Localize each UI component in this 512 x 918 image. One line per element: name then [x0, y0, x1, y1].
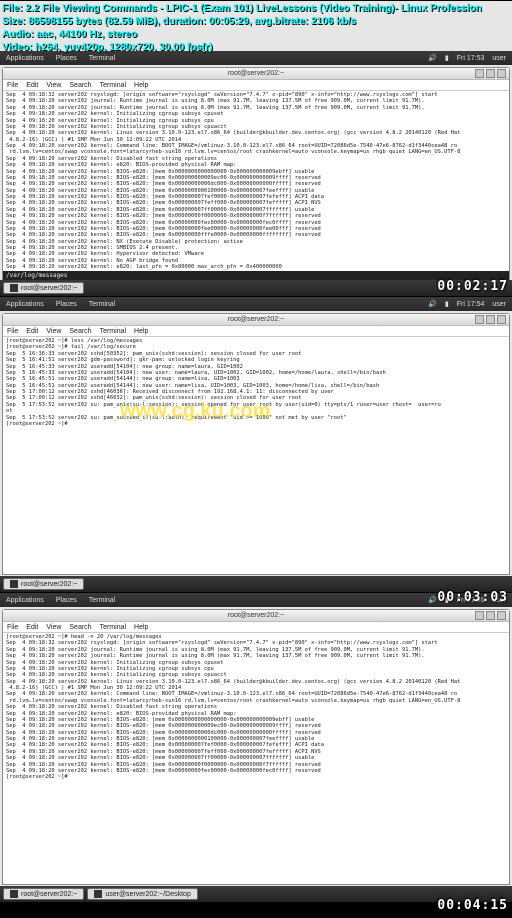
menu-places[interactable]: Places	[50, 55, 83, 62]
window-title: root@server202:~	[228, 316, 284, 323]
window-titlebar[interactable]: root@server202:~	[3, 314, 509, 326]
info-size: Size: 86598155 bytes (82.59 MiB), durati…	[2, 15, 482, 28]
terminal-window-3: root@server202:~ File Edit View Search T…	[2, 609, 510, 885]
tray-clock[interactable]: Fri 17:53	[455, 55, 487, 62]
terminal-window-2: root@server202:~ File Edit View Search T…	[2, 313, 510, 575]
info-audio: Audio: aac, 44100 Hz, stereo	[2, 28, 482, 41]
menu-view[interactable]: View	[46, 328, 61, 335]
maximize-button[interactable]	[486, 611, 495, 620]
timestamp-3: 00:04:15	[437, 898, 508, 913]
menu-terminal2[interactable]: Terminal	[100, 328, 126, 335]
task-terminal-2[interactable]: root@server202:~	[3, 578, 84, 590]
menu-help[interactable]: Help	[134, 82, 148, 89]
frame-3: Applications Places Terminal 🔊 ▮ Fri 17:…	[0, 592, 512, 902]
terminal-output-3[interactable]: [root@server202 ~]# head -n 20 /var/log/…	[3, 633, 509, 884]
tray-user[interactable]: user	[490, 55, 508, 62]
terminal-menubar: File Edit View Search Terminal Help	[3, 80, 509, 91]
maximize-button[interactable]	[486, 69, 495, 78]
menu-help[interactable]: Help	[134, 624, 148, 631]
terminal-window-1: root@server202:~ File Edit View Search T…	[2, 67, 510, 281]
gnome-topbar-2: Applications Places Terminal 🔊 ▮ Fri 17:…	[0, 297, 512, 311]
terminal-icon	[10, 284, 18, 292]
close-button[interactable]	[497, 611, 506, 620]
terminal-menubar: File Edit View Search Terminal Help	[3, 326, 509, 337]
taskbar-3: root@server202:~ user@server202:~/Deskto…	[0, 886, 512, 902]
minimize-button[interactable]	[475, 69, 484, 78]
close-button[interactable]	[497, 69, 506, 78]
terminal-output-1[interactable]: Sep 4 09:18:32 server202 rsyslogd: [orig…	[3, 91, 509, 271]
menu-terminal2[interactable]: Terminal	[100, 82, 126, 89]
info-video: Video: h264, yuv420p, 1280x720, 30.00 fp…	[2, 41, 482, 54]
tray-clock[interactable]: Fri 17:54	[455, 301, 487, 308]
menu-edit[interactable]: Edit	[26, 328, 38, 335]
menu-file[interactable]: File	[7, 624, 18, 631]
window-title: root@server202:~	[228, 70, 284, 77]
task-terminal-1[interactable]: root@server202:~	[3, 282, 84, 294]
tray-user[interactable]: user	[490, 301, 508, 308]
tray-battery-icon[interactable]: ▮	[443, 300, 451, 308]
menu-search[interactable]: Search	[69, 82, 91, 89]
window-titlebar[interactable]: root@server202:~	[3, 68, 509, 80]
menu-search[interactable]: Search	[69, 328, 91, 335]
timestamp-2: 00:03:03	[437, 590, 508, 605]
minimize-button[interactable]	[475, 315, 484, 324]
tray-battery-icon[interactable]: ▮	[443, 54, 451, 62]
timestamp-1: 00:02:17	[437, 279, 508, 294]
menu-terminal2[interactable]: Terminal	[100, 624, 126, 631]
menu-places[interactable]: Places	[50, 301, 83, 308]
maximize-button[interactable]	[486, 315, 495, 324]
menu-file[interactable]: File	[7, 328, 18, 335]
menu-view[interactable]: View	[46, 82, 61, 89]
terminal-menubar: File Edit View Search Terminal Help	[3, 622, 509, 633]
menu-places[interactable]: Places	[50, 597, 83, 604]
menu-edit[interactable]: Edit	[26, 624, 38, 631]
tray-volume-icon[interactable]: 🔊	[426, 300, 439, 308]
gnome-topbar-3: Applications Places Terminal 🔊 ▮ Fri 17:…	[0, 593, 512, 607]
tray-volume-icon[interactable]: 🔊	[426, 54, 439, 62]
task-terminal-3b[interactable]: user@server202:~/Desktop	[87, 888, 198, 900]
menu-applications[interactable]: Applications	[0, 55, 50, 62]
terminal-output-2[interactable]: [root@server202 ~]# less /var/log/messag…	[3, 337, 509, 574]
menu-help[interactable]: Help	[134, 328, 148, 335]
menu-search[interactable]: Search	[69, 624, 91, 631]
media-info-overlay: File: 2.2 File Viewing Commands - LPIC-1…	[2, 2, 482, 54]
menu-view[interactable]: View	[46, 624, 61, 631]
menu-terminal[interactable]: Terminal	[83, 301, 121, 308]
info-file: File: 2.2 File Viewing Commands - LPIC-1…	[2, 2, 482, 15]
menu-applications[interactable]: Applications	[0, 301, 50, 308]
menu-terminal[interactable]: Terminal	[83, 55, 121, 62]
menu-edit[interactable]: Edit	[26, 82, 38, 89]
terminal-icon	[94, 890, 102, 898]
menu-file[interactable]: File	[7, 82, 18, 89]
less-status-line: /var/log/messages	[3, 271, 509, 280]
terminal-icon	[10, 580, 18, 588]
menu-terminal[interactable]: Terminal	[83, 597, 121, 604]
taskbar-2: root@server202:~	[0, 576, 512, 592]
terminal-icon	[10, 890, 18, 898]
minimize-button[interactable]	[475, 611, 484, 620]
window-titlebar[interactable]: root@server202:~	[3, 610, 509, 622]
close-button[interactable]	[497, 315, 506, 324]
taskbar-1: root@server202:~	[0, 280, 512, 296]
window-title: root@server202:~	[228, 612, 284, 619]
menu-applications[interactable]: Applications	[0, 597, 50, 604]
task-terminal-3a[interactable]: root@server202:~	[3, 888, 84, 900]
frame-2: Applications Places Terminal 🔊 ▮ Fri 17:…	[0, 296, 512, 592]
